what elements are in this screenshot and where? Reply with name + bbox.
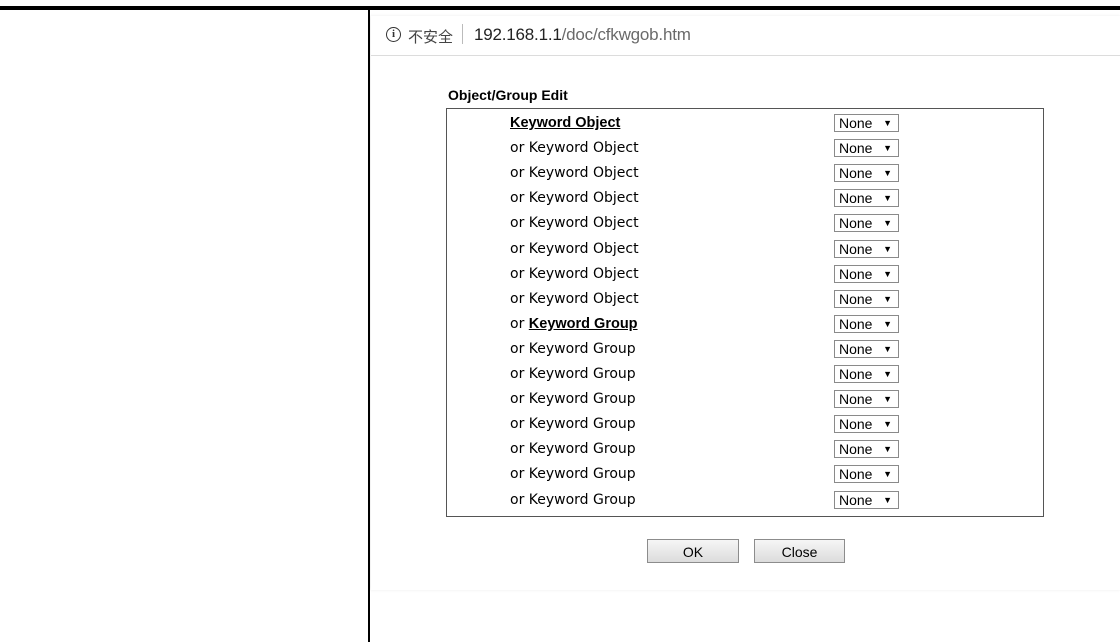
row-select[interactable]: None ▼: [834, 465, 899, 484]
table-row: or Keyword Group None ▼: [447, 488, 1043, 513]
close-button[interactable]: Close: [754, 539, 845, 563]
dropdown-arrow-icon[interactable]: ▼: [883, 316, 892, 332]
table-row: or Keyword Object None ▼: [447, 237, 1043, 262]
row-label: or Keyword Object: [510, 190, 639, 207]
row-label: or Keyword Object: [510, 265, 639, 282]
url-path: /doc/cfkwgob.htm: [561, 25, 691, 44]
table-row: or Keyword Group None ▼: [447, 412, 1043, 437]
row-label: or Keyword Group: [510, 366, 636, 382]
select-value: None: [839, 466, 873, 483]
object-group-table: Keyword Object None ▼ or Keyword Object None…: [446, 108, 1044, 517]
row-prefix: or: [510, 315, 529, 332]
row-label: or Keyword Group: [510, 491, 636, 508]
address-separator: [462, 24, 463, 44]
row-select[interactable]: None ▼: [834, 490, 899, 509]
row-select[interactable]: None ▼: [834, 214, 899, 233]
address-bar[interactable]: i 不安全 192.168.1.1/doc/cfkwgob.htm: [371, 16, 1120, 56]
table-row: or Keyword Group None ▼: [447, 437, 1043, 462]
table-row: or Keyword Object None ▼: [447, 287, 1043, 312]
row-label: or Keyword Object: [510, 290, 639, 307]
select-value: None: [839, 391, 873, 408]
row-label: or Keyword Object: [510, 165, 639, 182]
table-row: or Keyword Group None ▼: [447, 312, 1043, 337]
dropdown-arrow-icon[interactable]: ▼: [883, 115, 892, 131]
popup-window: i 不安全 192.168.1.1/doc/cfkwgob.htm Object…: [371, 16, 1120, 590]
row-select[interactable]: None ▼: [834, 415, 899, 434]
dropdown-arrow-icon[interactable]: ▼: [883, 466, 892, 482]
security-label[interactable]: 不安全: [408, 26, 453, 47]
table-row: Keyword Object None ▼: [447, 111, 1043, 136]
info-icon[interactable]: i: [386, 27, 401, 42]
row-select[interactable]: None ▼: [834, 314, 899, 333]
row-label: or Keyword Group: [510, 340, 636, 357]
row-select[interactable]: None ▼: [834, 114, 899, 132]
table-row: or Keyword Object None ▼: [447, 211, 1043, 236]
select-value: None: [839, 416, 873, 433]
select-value: None: [839, 366, 873, 382]
select-value: None: [839, 215, 873, 232]
row-select[interactable]: None ▼: [834, 339, 899, 358]
dropdown-arrow-icon[interactable]: ▼: [883, 391, 892, 407]
row-label: or Keyword Group: [510, 441, 636, 458]
row-label: or Keyword Object: [510, 140, 639, 157]
row-link[interactable]: Keyword Group: [529, 316, 638, 332]
select-value: None: [839, 315, 873, 332]
select-value: None: [839, 491, 873, 508]
dropdown-arrow-icon[interactable]: ▼: [883, 366, 892, 382]
select-value: None: [839, 165, 873, 182]
dropdown-arrow-icon[interactable]: ▼: [883, 492, 892, 508]
row-label[interactable]: or Keyword Group: [510, 316, 638, 332]
row-select[interactable]: None ▼: [834, 239, 899, 258]
select-value: None: [839, 265, 873, 282]
row-link[interactable]: Keyword Object: [510, 115, 620, 131]
dropdown-arrow-icon[interactable]: ▼: [883, 266, 892, 282]
table-row: or Keyword Object None ▼: [447, 186, 1043, 211]
select-value: None: [839, 190, 873, 207]
dropdown-arrow-icon[interactable]: ▼: [883, 341, 892, 357]
table-row: or Keyword Group None ▼: [447, 387, 1043, 412]
dropdown-arrow-icon[interactable]: ▼: [883, 165, 892, 181]
row-select[interactable]: None ▼: [834, 189, 899, 208]
row-select[interactable]: None ▼: [834, 139, 899, 158]
dropdown-arrow-icon[interactable]: ▼: [883, 215, 892, 231]
url-host: 192.168.1.1: [474, 25, 562, 44]
dropdown-arrow-icon[interactable]: ▼: [883, 416, 892, 432]
row-select[interactable]: None ▼: [834, 264, 899, 283]
select-value: None: [839, 340, 873, 357]
row-select[interactable]: None ▼: [834, 164, 899, 183]
row-label: or Keyword Object: [510, 240, 639, 257]
row-select[interactable]: None ▼: [834, 289, 899, 308]
top-border-line: [0, 6, 1120, 10]
dropdown-arrow-icon[interactable]: ▼: [883, 291, 892, 307]
ok-button[interactable]: OK: [647, 539, 739, 563]
select-value: None: [839, 290, 873, 307]
url-text[interactable]: 192.168.1.1/doc/cfkwgob.htm: [474, 25, 691, 45]
dropdown-arrow-icon[interactable]: ▼: [883, 441, 892, 457]
row-label: or Keyword Object: [510, 215, 639, 232]
dialog-title: Object/Group Edit: [448, 87, 568, 103]
table-row: or Keyword Object None ▼: [447, 136, 1043, 161]
table-row: or Keyword Group None ▼: [447, 337, 1043, 362]
left-panel-divider: [368, 6, 370, 642]
select-value: None: [839, 240, 873, 257]
select-value: None: [839, 140, 873, 157]
select-value: None: [839, 441, 873, 458]
row-label: or Keyword Group: [510, 416, 636, 433]
dropdown-arrow-icon[interactable]: ▼: [883, 190, 892, 206]
table-row: or Keyword Object None ▼: [447, 262, 1043, 287]
row-select[interactable]: None ▼: [834, 440, 899, 459]
table-row: or Keyword Object None ▼: [447, 161, 1043, 186]
dropdown-arrow-icon[interactable]: ▼: [883, 241, 892, 257]
row-select[interactable]: None ▼: [834, 390, 899, 409]
row-label: or Keyword Group: [510, 391, 636, 408]
row-label: or Keyword Group: [510, 466, 636, 483]
row-label[interactable]: Keyword Object: [510, 115, 620, 131]
dropdown-arrow-icon[interactable]: ▼: [883, 140, 892, 156]
table-row: or Keyword Group None ▼: [447, 462, 1043, 487]
row-select[interactable]: None ▼: [834, 365, 899, 383]
table-row: or Keyword Group None ▼: [447, 362, 1043, 387]
select-value: None: [839, 115, 873, 131]
